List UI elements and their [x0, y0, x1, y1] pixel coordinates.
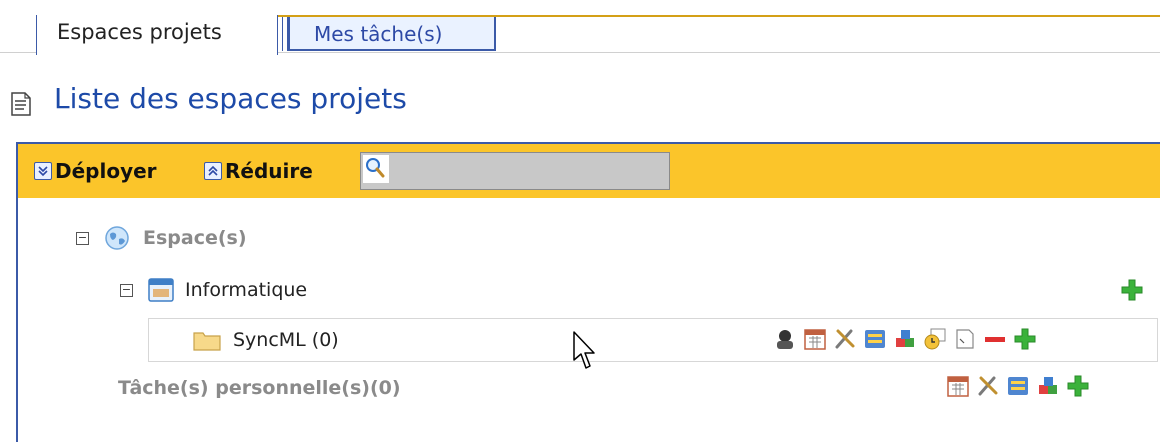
remove-icon[interactable] — [983, 327, 1007, 351]
tab-bar: Espaces projets Mes tâche(s) — [0, 0, 1160, 60]
cubes-icon[interactable] — [893, 327, 917, 351]
root-label: Espace(s) — [143, 227, 247, 249]
collapse-all-button[interactable]: Réduire — [204, 158, 313, 184]
page-title: Liste des espaces projets — [54, 82, 407, 115]
note-icon[interactable] — [953, 327, 977, 351]
search-icon[interactable] — [363, 155, 389, 183]
clock-icon[interactable] — [923, 327, 947, 351]
project-label[interactable]: SyncML (0) — [233, 329, 339, 351]
tab-label: Mes tâche(s) — [314, 22, 443, 46]
search-box — [360, 152, 670, 190]
document-icon — [11, 92, 31, 116]
personal-tasks-actions — [946, 374, 1090, 398]
tools-icon[interactable] — [833, 327, 857, 351]
folder-icon — [193, 332, 221, 351]
list-icon[interactable] — [863, 327, 887, 351]
tab-mes-taches[interactable]: Mes tâche(s) — [282, 17, 496, 51]
calendar-icon[interactable] — [946, 374, 970, 398]
collapse-root-toggle[interactable]: − — [76, 232, 89, 245]
collapse-all-label: Réduire — [225, 159, 313, 183]
search-input[interactable] — [391, 154, 669, 188]
expand-all-label: Déployer — [55, 159, 157, 183]
tab-separator — [282, 17, 288, 51]
add-subspace-icon[interactable] — [1120, 278, 1144, 302]
chevron-double-down-icon — [34, 162, 52, 180]
panel-toolbar: Déployer Réduire — [18, 144, 1160, 198]
personal-tasks-label[interactable]: Tâche(s) personnelle(s)(0) — [118, 377, 401, 399]
workspace-label[interactable]: Informatique — [185, 279, 307, 301]
workspace-icon — [148, 278, 174, 302]
add-icon[interactable] — [1066, 374, 1090, 398]
collapse-workspace-toggle[interactable]: − — [120, 284, 133, 297]
add-icon[interactable] — [1013, 327, 1037, 351]
mouse-cursor-icon — [573, 331, 595, 369]
project-row: SyncML (0) — [148, 318, 1158, 362]
globe-icon — [105, 226, 129, 250]
cubes-icon[interactable] — [1036, 374, 1060, 398]
tab-label: Espaces projets — [57, 20, 222, 44]
project-actions — [773, 327, 1037, 351]
calendar-icon[interactable] — [803, 327, 827, 351]
user-icon[interactable] — [773, 327, 797, 351]
tools-icon[interactable] — [976, 374, 1000, 398]
chevron-double-up-icon — [204, 162, 222, 180]
tab-espaces-projets[interactable]: Espaces projets — [36, 15, 278, 55]
list-icon[interactable] — [1006, 374, 1030, 398]
expand-all-button[interactable]: Déployer — [34, 158, 157, 184]
